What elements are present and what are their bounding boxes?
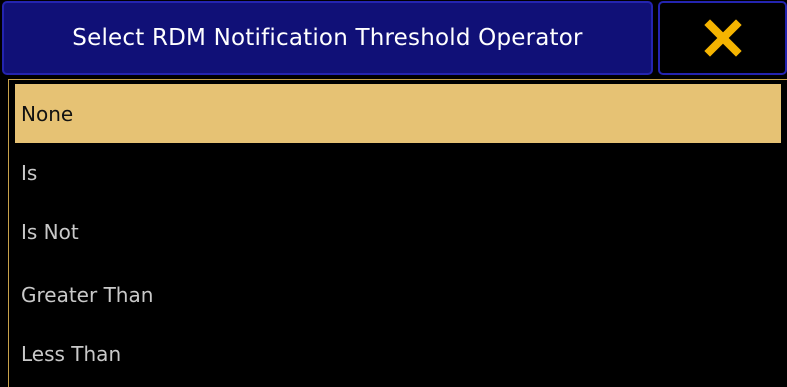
list-item-is[interactable]: Is <box>15 143 781 202</box>
operator-list: None Is Is Not Greater Than Less Than <box>8 79 787 387</box>
list-item-is-not[interactable]: Is Not <box>15 202 781 261</box>
list-item-label: Less Than <box>21 341 122 366</box>
dialog-title-bar: Select RDM Notification Threshold Operat… <box>2 1 653 75</box>
list-item-label: Is <box>21 160 38 185</box>
close-icon <box>703 19 742 57</box>
list-item-none[interactable]: None <box>15 84 781 143</box>
list-item-label: Greater Than <box>21 282 154 307</box>
list-item-less-than[interactable]: Less Than <box>15 324 781 383</box>
list-item-label: Is Not <box>21 219 79 244</box>
select-operator-dialog: Select RDM Notification Threshold Operat… <box>0 0 787 387</box>
close-button[interactable] <box>658 1 787 75</box>
dialog-title: Select RDM Notification Threshold Operat… <box>72 25 583 51</box>
list-item-greater-than[interactable]: Greater Than <box>15 265 781 324</box>
list-item-label: None <box>21 101 74 126</box>
